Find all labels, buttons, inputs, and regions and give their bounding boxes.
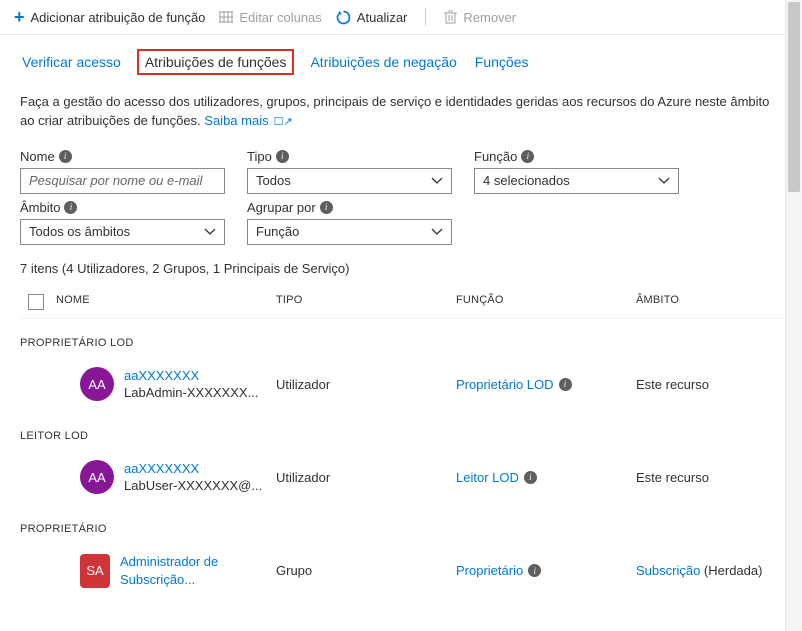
add-role-assignment-button[interactable]: + Adicionar atribuição de função [14, 6, 205, 28]
scope-filter-select[interactable]: Todos os âmbitos [20, 219, 225, 245]
role-link[interactable]: Proprietárioi [456, 563, 541, 578]
tab-check-access[interactable]: Verificar acesso [20, 51, 123, 73]
type-filter-label: Tipo i [247, 149, 452, 164]
name-search-input[interactable] [20, 168, 225, 194]
scope-cell: Subscrição (Herdada) [636, 563, 796, 578]
filters-row-2: Âmbito i Todos os âmbitos Agrupar por i … [20, 200, 782, 245]
identity-name-link[interactable]: Administrador de Subscrição... [120, 553, 276, 588]
tab-deny-assignments[interactable]: Atribuições de negação [308, 51, 458, 73]
type-cell: Utilizador [276, 470, 456, 485]
learn-more-link[interactable]: Saiba mais ☐↗ [204, 113, 292, 128]
avatar: SA [80, 554, 110, 588]
vertical-scrollbar[interactable] [785, 0, 802, 631]
info-icon[interactable]: i [528, 564, 541, 577]
type-filter-select[interactable]: Todos [247, 168, 452, 194]
scope-filter-label: Âmbito i [20, 200, 225, 215]
scrollbar-thumb[interactable] [788, 2, 800, 192]
group-header: PROPRIETÁRIO LOD [20, 319, 782, 357]
info-icon[interactable]: i [320, 201, 333, 214]
remove-label: Remover [463, 10, 516, 25]
edit-columns-label: Editar colunas [239, 10, 321, 25]
identity-subtext: LabUser-XXXXXXX@... [124, 477, 262, 495]
info-icon[interactable]: i [521, 150, 534, 163]
table-header: NOME TIPO FUNÇÃO ÂMBITO [20, 290, 782, 319]
info-icon[interactable]: i [64, 201, 77, 214]
edit-columns-button: Editar colunas [219, 8, 321, 27]
refresh-label: Atualizar [357, 10, 408, 25]
identity-subtext: LabAdmin-XXXXXXX... [124, 384, 258, 402]
plus-icon: + [14, 8, 25, 26]
col-type[interactable]: TIPO [276, 294, 456, 310]
role-assignments-table: NOME TIPO FUNÇÃO ÂMBITO PROPRIETÁRIO LOD… [20, 290, 782, 598]
type-cell: Grupo [276, 563, 456, 578]
toolbar-divider [425, 8, 426, 26]
identity-name-link[interactable]: aaXXXXXXX [124, 460, 262, 478]
group-header: LEITOR LOD [20, 412, 782, 450]
scope-cell: Este recurso [636, 377, 796, 392]
refresh-button[interactable]: Atualizar [336, 8, 408, 27]
tab-role-assignments[interactable]: Atribuições de funções [137, 49, 295, 75]
role-link[interactable]: Leitor LODi [456, 470, 537, 485]
role-filter-label: Função i [474, 149, 679, 164]
table-row[interactable]: AA aaXXXXXXXLabAdmin-XXXXXXX... Utilizador… [20, 357, 782, 412]
table-row[interactable]: AA aaXXXXXXXLabUser-XXXXXXX@... Utilizador… [20, 450, 782, 505]
delete-icon [444, 10, 457, 24]
info-icon[interactable]: i [524, 471, 537, 484]
info-icon[interactable]: i [59, 150, 72, 163]
col-name[interactable]: NOME [56, 294, 276, 310]
col-scope[interactable]: ÂMBITO [636, 294, 776, 310]
col-role[interactable]: FUNÇÃO [456, 294, 636, 310]
groupby-filter-select[interactable]: Função [247, 219, 452, 245]
table-row[interactable]: SA Administrador de Subscrição...GrupoPro… [20, 543, 782, 598]
group-header: PROPRIETÁRIO [20, 505, 782, 543]
groupby-filter-label: Agrupar por i [247, 200, 452, 215]
name-filter-label: Nome i [20, 149, 225, 164]
description-text: Faça a gestão do acesso dos utilizadores… [20, 93, 782, 131]
desc-body: Faça a gestão do acesso dos utilizadores… [20, 94, 769, 128]
select-all-checkbox[interactable] [28, 294, 44, 310]
role-filter-select[interactable]: 4 selecionados [474, 168, 679, 194]
info-icon[interactable]: i [276, 150, 289, 163]
tab-roles[interactable]: Funções [473, 51, 531, 73]
type-cell: Utilizador [276, 377, 456, 392]
columns-icon [219, 11, 233, 23]
avatar: AA [80, 367, 114, 401]
refresh-icon [336, 10, 351, 25]
identity-name-link[interactable]: aaXXXXXXX [124, 367, 258, 385]
table-body: PROPRIETÁRIO LODAAaaXXXXXXXLabAdmin-XXXX… [20, 319, 782, 598]
tab-bar: Verificar acesso Atribuições de funções … [20, 49, 782, 75]
external-link-icon: ☐↗ [271, 116, 293, 128]
add-label: Adicionar atribuição de função [31, 10, 206, 25]
role-link[interactable]: Proprietário LODi [456, 377, 572, 392]
content-area: Verificar acesso Atribuições de funções … [0, 35, 802, 626]
results-count: 7 itens (4 Utilizadores, 2 Grupos, 1 Pri… [20, 261, 782, 276]
command-bar: + Adicionar atribuição de função Editar … [0, 0, 802, 35]
avatar: AA [80, 460, 114, 494]
filters-row-1: Nome i Tipo i Todos Função i 4 seleciona… [20, 149, 782, 194]
info-icon[interactable]: i [559, 378, 572, 391]
scope-link[interactable]: Subscrição [636, 563, 700, 578]
remove-button: Remover [444, 8, 516, 27]
scope-cell: Este recurso [636, 470, 796, 485]
